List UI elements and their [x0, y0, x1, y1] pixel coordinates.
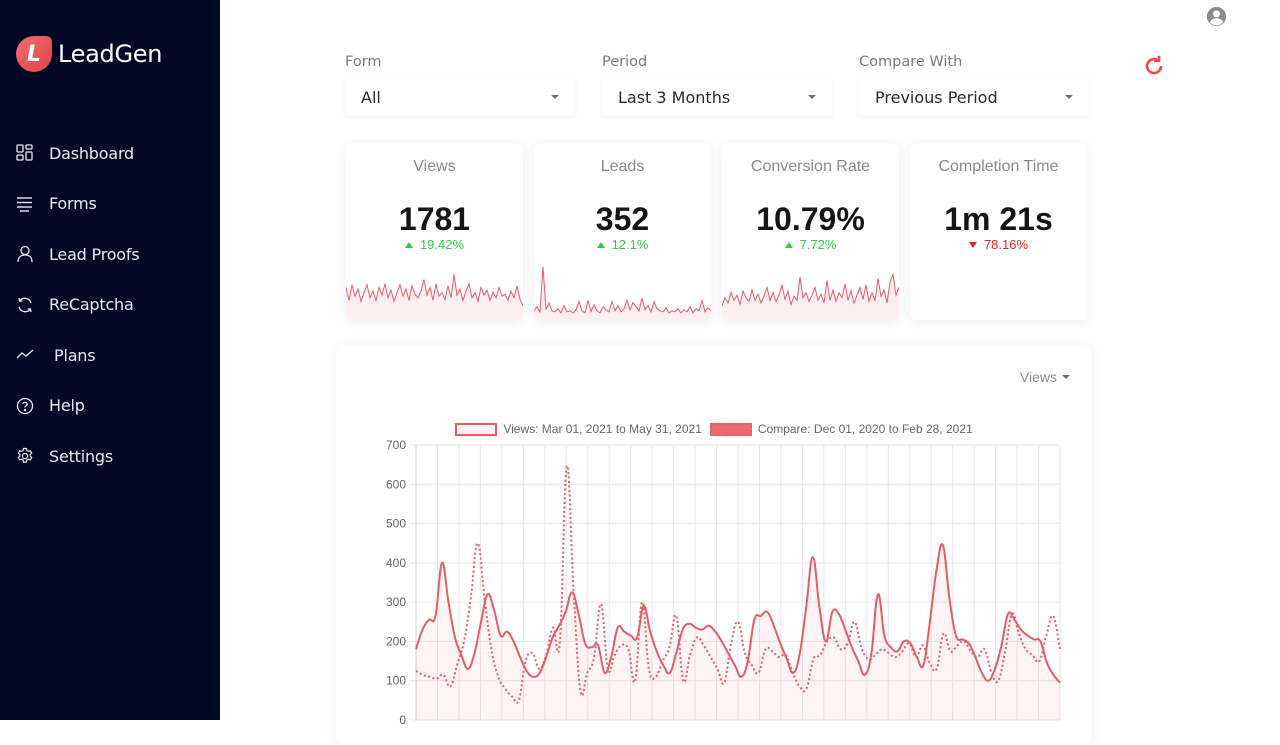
sidebar-item-label: Lead Proofs	[49, 244, 140, 264]
form-filter: Form All	[345, 54, 575, 116]
stat-value: 352	[595, 201, 650, 237]
logo-icon: L	[16, 36, 52, 72]
arrow-up-icon	[404, 242, 413, 248]
main-content: Form All Period Last 3 Months Compare Wi…	[220, 0, 1280, 745]
period-select[interactable]: Last 3 Months	[602, 78, 832, 116]
stat-card-views[interactable]: Views 1781 19.42%	[346, 143, 523, 320]
sparkline	[346, 274, 523, 320]
stat-title: Conversion Rate	[750, 158, 871, 175]
stat-delta-value: 12.1%	[611, 237, 649, 252]
form-select-value: All	[361, 87, 381, 107]
y-tick-label: 200	[386, 634, 406, 648]
arrow-up-icon	[784, 242, 793, 248]
question-circle-icon	[16, 397, 34, 414]
line-chart[interactable]: 0 100 200 300 400 500 600 700	[336, 345, 1092, 745]
sidebar-item-label: Dashboard	[49, 143, 135, 163]
stat-card-conversion-rate[interactable]: Conversion Rate 10.79% 7.72%	[722, 143, 899, 320]
compare-filter-label: Compare With	[859, 54, 963, 70]
chart-panel: Views Views: Mar 01, 2021 to May 31, 202…	[336, 345, 1092, 745]
stat-value: 10.79%	[756, 201, 865, 237]
compare-filter: Compare With Previous Period	[859, 54, 1089, 116]
user-icon	[17, 246, 33, 263]
chevron-down-icon	[551, 95, 559, 99]
sparkline	[534, 266, 711, 320]
refresh-cycle-icon	[18, 297, 32, 313]
form-select[interactable]: All	[345, 78, 575, 116]
sparkline	[722, 272, 899, 320]
stat-card-completion-time[interactable]: Completion Time 1m 21s 78.16%	[910, 143, 1087, 320]
sparkline-path	[534, 266, 711, 314]
stat-delta: 7.72%	[722, 237, 899, 252]
period-filter: Period Last 3 Months	[602, 54, 832, 116]
y-tick-label: 700	[386, 438, 406, 452]
stat-title: Completion Time	[938, 158, 1059, 175]
sidebar-item-settings[interactable]: Settings	[0, 431, 220, 482]
sidebar-item-label: Forms	[49, 194, 97, 214]
stat-delta-value: 19.42%	[419, 237, 465, 252]
list-lines-icon	[17, 197, 32, 212]
y-tick-label: 400	[386, 556, 406, 570]
stat-value: 1781	[398, 201, 471, 237]
stat-delta: 12.1%	[534, 237, 711, 252]
sidebar-item-label: Plans	[54, 345, 96, 365]
account-circle-icon[interactable]	[1206, 6, 1227, 27]
sidebar-item-label: Help	[49, 396, 85, 416]
stat-value: 1m 21s	[944, 201, 1053, 237]
y-tick-label: 300	[386, 595, 406, 609]
stat-title: Views	[413, 158, 456, 175]
compare-select-value: Previous Period	[875, 87, 998, 107]
stat-delta-value: 78.16%	[983, 237, 1029, 252]
y-tick-label: 0	[399, 713, 406, 727]
sidebar-nav: Dashboard Forms Lead Proofs ReCaptcha Pl…	[0, 128, 220, 482]
y-tick-label: 500	[386, 517, 406, 531]
chevron-down-icon	[1065, 95, 1073, 99]
sidebar-item-label: ReCaptcha	[49, 295, 134, 315]
sidebar: L LeadGen Dashboard Forms Lead Proofs Re…	[0, 0, 220, 720]
sidebar-item-forms[interactable]: Forms	[0, 179, 220, 230]
stat-card-leads[interactable]: Leads 352 12.1%	[534, 143, 711, 320]
gear-icon	[17, 448, 33, 463]
y-tick-label: 600	[386, 477, 406, 491]
app-logo[interactable]: L LeadGen	[16, 36, 162, 72]
period-filter-label: Period	[602, 54, 648, 70]
sidebar-item-lead-proofs[interactable]: Lead Proofs	[0, 229, 220, 280]
y-tick-label: 100	[386, 674, 406, 688]
trend-line-icon	[16, 349, 34, 359]
period-select-value: Last 3 Months	[618, 87, 731, 107]
sidebar-item-recaptcha[interactable]: ReCaptcha	[0, 280, 220, 331]
arrow-down-icon	[968, 242, 977, 248]
app-name: LeadGen	[58, 40, 163, 68]
sidebar-item-label: Settings	[49, 446, 114, 466]
stat-delta: 19.42%	[346, 237, 523, 252]
dashboard-grid-icon	[16, 144, 33, 161]
chevron-down-icon	[808, 95, 816, 99]
sidebar-item-plans[interactable]: Plans	[0, 330, 220, 381]
stat-title: Leads	[600, 158, 645, 175]
stat-delta-value: 7.72%	[799, 237, 837, 252]
sidebar-item-help[interactable]: Help	[0, 381, 220, 432]
compare-select[interactable]: Previous Period	[859, 78, 1089, 116]
refresh-icon[interactable]	[1142, 54, 1166, 78]
stat-delta: 78.16%	[910, 237, 1087, 252]
form-filter-label: Form	[345, 54, 382, 70]
sidebar-item-dashboard[interactable]: Dashboard	[0, 128, 220, 179]
arrow-up-icon	[596, 242, 605, 248]
